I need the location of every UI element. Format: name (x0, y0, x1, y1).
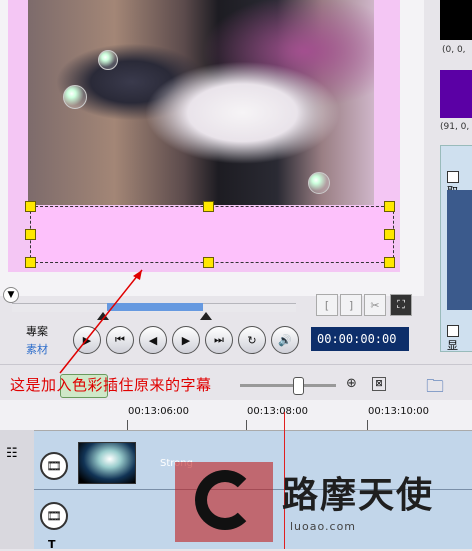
annotation-arrow (59, 269, 143, 374)
